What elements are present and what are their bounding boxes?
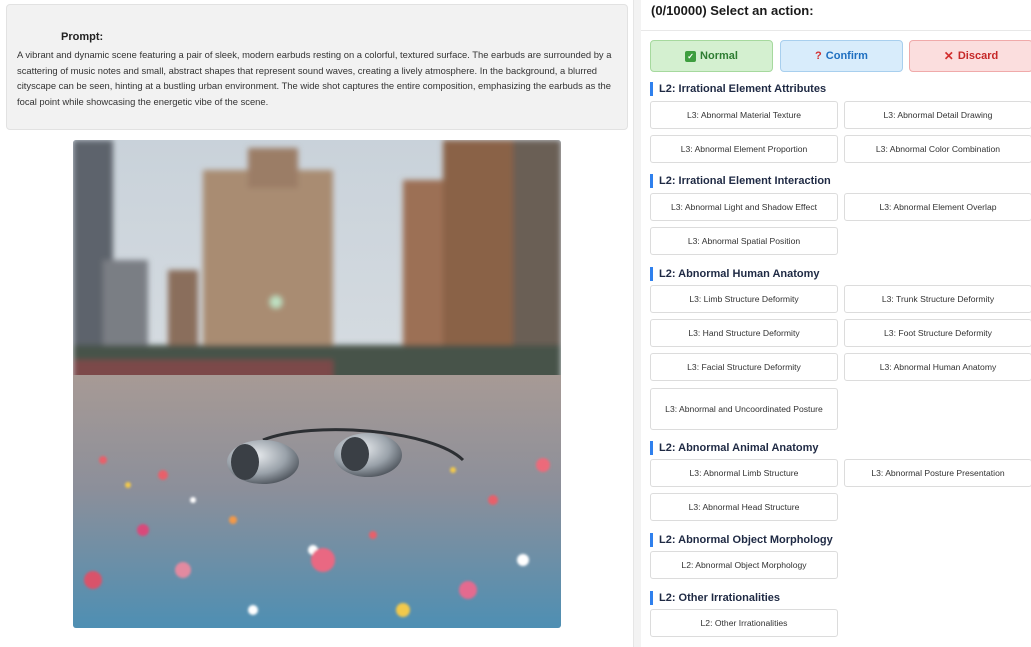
- group-title-other-irrationalities: L2: Other Irrationalities: [650, 591, 780, 605]
- group-title-human-anatomy: L2: Abnormal Human Anatomy: [650, 267, 820, 281]
- option-abnormal-head-structure[interactable]: L3: Abnormal Head Structure: [650, 493, 838, 521]
- header-divider: [641, 30, 1031, 31]
- check-square-icon: ✓: [685, 50, 697, 62]
- option-facial-structure-deformity[interactable]: L3: Facial Structure Deformity: [650, 353, 838, 381]
- left-pane: Prompt: A vibrant and dynamic scene feat…: [0, 0, 633, 647]
- normal-button[interactable]: ✓ Normal: [650, 40, 773, 72]
- action-header: (0/10000) Select an action:: [651, 3, 814, 18]
- option-abnormal-element-overlap[interactable]: L3: Abnormal Element Overlap: [844, 193, 1031, 221]
- earbuds-scene-illustration: [73, 140, 561, 628]
- option-limb-structure-deformity[interactable]: L3: Limb Structure Deformity: [650, 285, 838, 313]
- group-title-element-interaction: L2: Irrational Element Interaction: [650, 174, 831, 188]
- option-foot-structure-deformity[interactable]: L3: Foot Structure Deformity: [844, 319, 1031, 347]
- option-abnormal-human-anatomy[interactable]: L3: Abnormal Human Anatomy: [844, 353, 1031, 381]
- generated-image: [73, 140, 561, 628]
- option-hand-structure-deformity[interactable]: L3: Hand Structure Deformity: [650, 319, 838, 347]
- option-abnormal-element-proportion[interactable]: L3: Abnormal Element Proportion: [650, 135, 838, 163]
- option-abnormal-detail-drawing[interactable]: L3: Abnormal Detail Drawing: [844, 101, 1031, 129]
- prompt-text: A vibrant and dynamic scene featuring a …: [17, 49, 612, 107]
- question-mark-icon: ?: [815, 50, 822, 62]
- group-title-animal-anatomy: L2: Abnormal Animal Anatomy: [650, 441, 819, 455]
- option-abnormal-posture-presentation[interactable]: L3: Abnormal Posture Presentation: [844, 459, 1031, 487]
- option-other-irrationalities[interactable]: L2: Other Irrationalities: [650, 609, 838, 637]
- option-abnormal-object-morphology[interactable]: L2: Abnormal Object Morphology: [650, 551, 838, 579]
- prompt-title: Prompt:: [61, 31, 104, 43]
- option-abnormal-spatial-position[interactable]: L3: Abnormal Spatial Position: [650, 227, 838, 255]
- option-abnormal-material-texture[interactable]: L3: Abnormal Material Texture: [650, 101, 838, 129]
- confirm-button-label: Confirm: [825, 50, 868, 62]
- option-abnormal-uncoordinated-posture[interactable]: L3: Abnormal and Uncoordinated Posture: [650, 388, 838, 430]
- group-title-object-morphology: L2: Abnormal Object Morphology: [650, 533, 833, 547]
- confirm-button[interactable]: ? Confirm: [780, 40, 903, 72]
- option-trunk-structure-deformity[interactable]: L3: Trunk Structure Deformity: [844, 285, 1031, 313]
- discard-button[interactable]: ✕ Discard: [909, 40, 1031, 72]
- option-abnormal-limb-structure[interactable]: L3: Abnormal Limb Structure: [650, 459, 838, 487]
- option-abnormal-color-combination[interactable]: L3: Abnormal Color Combination: [844, 135, 1031, 163]
- normal-button-label: Normal: [700, 50, 738, 62]
- group-title-element-attributes: L2: Irrational Element Attributes: [650, 82, 826, 96]
- x-mark-icon: ✕: [943, 49, 954, 63]
- action-panel: (0/10000) Select an action: ✓ Normal ? C…: [641, 0, 1031, 647]
- pane-divider[interactable]: [633, 0, 641, 647]
- option-abnormal-light-shadow[interactable]: L3: Abnormal Light and Shadow Effect: [650, 193, 838, 221]
- prompt-box: Prompt: A vibrant and dynamic scene feat…: [6, 4, 628, 130]
- discard-button-label: Discard: [957, 50, 999, 62]
